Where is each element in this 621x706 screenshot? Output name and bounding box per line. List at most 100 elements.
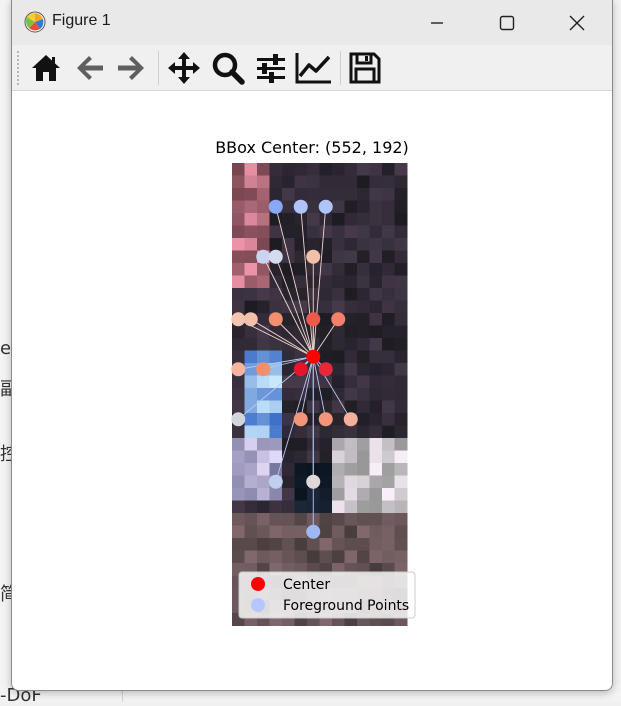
heatmap-cell bbox=[257, 300, 270, 314]
heatmap-cell bbox=[357, 375, 370, 389]
foreground-point bbox=[306, 312, 321, 327]
heatmap-cell bbox=[319, 313, 333, 326]
heatmap-cell bbox=[232, 463, 245, 476]
heatmap-cell bbox=[382, 225, 395, 239]
sliders-icon bbox=[257, 54, 285, 83]
figure-canvas[interactable]: BBox Center: (552, 192) Center Foregroun… bbox=[12, 91, 612, 690]
heatmap-cell bbox=[244, 550, 258, 564]
save-button[interactable] bbox=[346, 49, 384, 87]
heatmap-cell bbox=[294, 275, 308, 289]
heatmap-cell bbox=[244, 425, 258, 439]
heatmap-cell bbox=[344, 450, 358, 464]
heatmap-cell bbox=[357, 288, 370, 301]
heatmap-cell bbox=[382, 425, 395, 439]
toolbar-grip[interactable] bbox=[17, 51, 19, 85]
heatmap-cell bbox=[369, 338, 383, 351]
heatmap-cell bbox=[257, 450, 270, 464]
heatmap-cell bbox=[369, 438, 383, 451]
heatmap-cell bbox=[232, 175, 245, 189]
heatmap-cell bbox=[257, 463, 270, 476]
heatmap-cell bbox=[282, 163, 295, 176]
heatmap-cell bbox=[244, 188, 258, 201]
heatmap-cell bbox=[319, 500, 333, 514]
heatmap-cell bbox=[344, 200, 358, 214]
arrow-left-icon bbox=[77, 56, 103, 80]
heatmap-cell bbox=[232, 475, 245, 489]
heatmap-cell bbox=[394, 463, 408, 476]
heatmap-cell bbox=[269, 500, 283, 514]
heatmap-cell bbox=[294, 488, 308, 501]
subplots-button[interactable] bbox=[252, 49, 290, 87]
heatmap-cell bbox=[357, 425, 370, 439]
heatmap-cell bbox=[269, 238, 283, 251]
heatmap-cell bbox=[232, 163, 245, 176]
heatmap-cell bbox=[282, 488, 295, 501]
heatmap-cell bbox=[319, 288, 333, 301]
legend-foreground-marker bbox=[251, 598, 265, 612]
heatmap-cell bbox=[232, 338, 245, 351]
heatmap-cell bbox=[244, 238, 258, 251]
heatmap-cell bbox=[382, 513, 395, 526]
minimize-button[interactable] bbox=[402, 0, 472, 45]
back-button[interactable] bbox=[71, 49, 109, 87]
heatmap-cell bbox=[244, 350, 258, 364]
heatmap-cell bbox=[382, 250, 395, 264]
heatmap-cell bbox=[369, 225, 383, 239]
pan-button[interactable] bbox=[165, 49, 203, 87]
title-bar[interactable]: Figure 1 bbox=[12, 0, 612, 45]
heatmap-cell bbox=[369, 263, 383, 276]
heatmap-cell bbox=[319, 300, 333, 314]
plot-area[interactable]: Center Foreground Points bbox=[12, 91, 612, 690]
heatmap-cell bbox=[257, 413, 270, 426]
heatmap-cell bbox=[269, 400, 283, 414]
heatmap-cell bbox=[332, 350, 345, 364]
heatmap-cell bbox=[344, 213, 358, 226]
heatmap-cell bbox=[319, 425, 333, 439]
forward-button[interactable] bbox=[112, 49, 150, 87]
heatmap-cell bbox=[294, 225, 308, 239]
heatmap-cell bbox=[269, 413, 283, 426]
heatmap-cell bbox=[344, 188, 358, 201]
heatmap-cell bbox=[344, 288, 358, 301]
customize-button[interactable] bbox=[295, 49, 333, 87]
zoom-button[interactable] bbox=[209, 49, 247, 87]
heatmap-cell bbox=[257, 213, 270, 226]
foreground-point bbox=[318, 362, 333, 377]
heatmap-cell bbox=[357, 225, 370, 239]
heatmap-cell bbox=[232, 275, 245, 289]
foreground-point bbox=[343, 412, 358, 427]
foreground-point bbox=[306, 474, 321, 489]
heatmap-cell bbox=[369, 513, 383, 526]
heatmap-cell bbox=[307, 550, 320, 564]
heatmap-cell bbox=[344, 463, 358, 476]
heatmap-cell bbox=[332, 275, 345, 289]
heatmap-cell bbox=[269, 388, 283, 401]
heatmap-cell bbox=[382, 363, 395, 376]
heatmap-cell bbox=[294, 538, 308, 551]
heatmap-cell bbox=[332, 300, 345, 314]
heatmap-cell bbox=[244, 525, 258, 539]
close-icon bbox=[569, 15, 585, 30]
heatmap-cell bbox=[282, 400, 295, 414]
heatmap-cell bbox=[382, 450, 395, 464]
heatmap-cell bbox=[319, 488, 333, 501]
home-button[interactable] bbox=[27, 49, 65, 87]
heatmap-cell bbox=[332, 225, 345, 239]
foreground-point bbox=[231, 312, 246, 327]
heatmap-cell bbox=[344, 300, 358, 314]
heatmap-cell bbox=[382, 375, 395, 389]
heatmap-cell bbox=[357, 250, 370, 264]
heatmap-cell bbox=[319, 438, 333, 451]
maximize-icon bbox=[499, 15, 515, 30]
heatmap-cell bbox=[369, 188, 383, 201]
heatmap-cell bbox=[357, 413, 370, 426]
maximize-button[interactable] bbox=[472, 0, 542, 45]
heatmap-cell bbox=[344, 175, 358, 189]
heatmap-cell bbox=[244, 250, 258, 264]
heatmap-cell bbox=[394, 238, 408, 251]
heatmap-cell bbox=[394, 313, 408, 326]
figure-window: Figure 1 BBox Center: (552, 192) Center … bbox=[11, 0, 613, 691]
close-button[interactable] bbox=[542, 0, 612, 45]
heatmap-cell bbox=[369, 550, 383, 564]
heatmap-cell bbox=[294, 513, 308, 526]
